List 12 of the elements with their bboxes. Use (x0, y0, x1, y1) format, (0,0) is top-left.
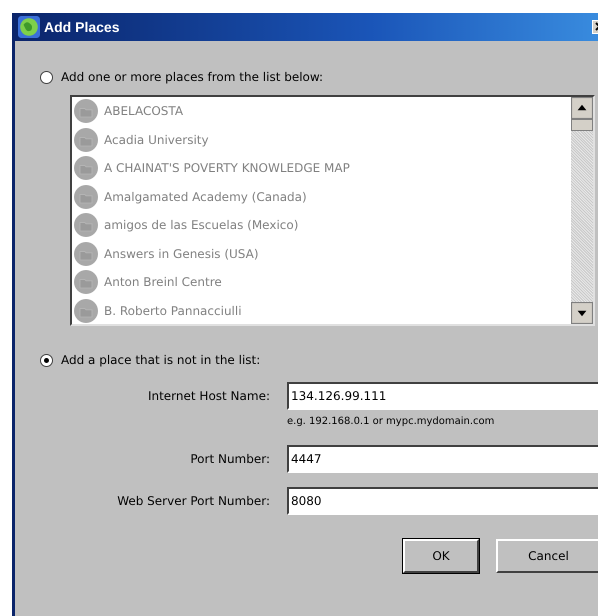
window-title: Add Places (44, 19, 120, 35)
dialog-button[interactable]: OK (403, 539, 479, 573)
field-label: Web Server Port Number: (116, 494, 270, 508)
dialog-button[interactable]: Cancel (496, 539, 598, 573)
field-label: Internet Host Name: (146, 389, 270, 403)
text-field[interactable]: 134.126.99.111 (287, 382, 598, 410)
text-field[interactable]: 4447 (287, 445, 598, 473)
option-label[interactable]: Add a place that is not in the list: (61, 353, 260, 367)
option-label[interactable]: Add one or more places from the list below: (61, 70, 324, 84)
text-field[interactable]: 8080 (287, 487, 598, 515)
field-label: Port Number: (189, 452, 270, 466)
hint-text: e.g. 192.168.0.1 or mypc.mydomain.com (287, 416, 496, 427)
